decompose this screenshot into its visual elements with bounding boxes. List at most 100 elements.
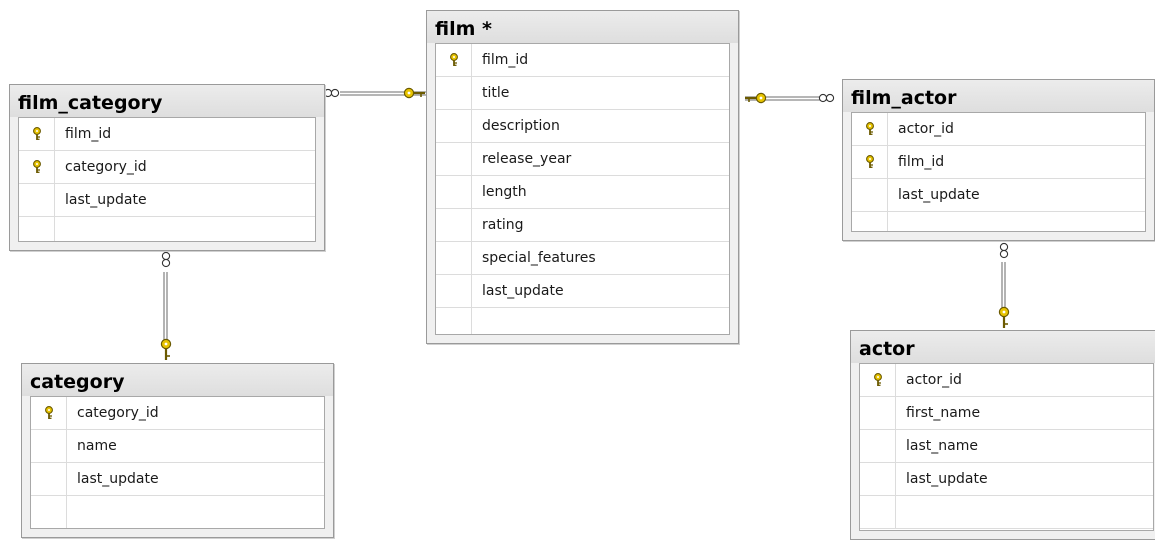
key-cell (19, 184, 55, 216)
key-cell (436, 242, 472, 274)
key-cell (19, 118, 55, 150)
key-icon (403, 87, 425, 99)
column-row[interactable]: rating (436, 209, 729, 242)
key-icon (865, 122, 875, 136)
key-cell (436, 176, 472, 208)
column-row[interactable]: last_update (852, 179, 1145, 212)
key-cell (860, 364, 896, 396)
key-cell (860, 397, 896, 429)
key-cell (19, 151, 55, 183)
key-icon (32, 160, 42, 174)
table-film-category[interactable]: film_category film_id category_id last_upd… (9, 84, 325, 251)
column-row[interactable]: actor_id (860, 364, 1153, 397)
rel-film-actor-to-actor[interactable] (998, 242, 1010, 328)
column-row[interactable]: film_id (852, 146, 1145, 179)
column-name: first_name (906, 405, 981, 421)
column-name: release_year (482, 151, 572, 167)
empty-row[interactable] (31, 496, 324, 528)
key-cell (852, 146, 888, 178)
key-cell (436, 143, 472, 175)
column-name: special_features (482, 250, 596, 266)
infinity-icon (161, 251, 171, 268)
column-grid: film_id category_id last_update (18, 117, 316, 242)
column-name: actor_id (898, 121, 954, 137)
infinity-icon (323, 88, 340, 98)
column-name: last_update (482, 283, 564, 299)
table-actor[interactable]: actor actor_id first_name last_name last_up… (850, 330, 1155, 540)
key-icon (32, 127, 42, 141)
rel-film-category-to-category[interactable] (160, 251, 172, 360)
key-icon (745, 92, 767, 104)
column-row[interactable]: actor_id (852, 113, 1145, 146)
empty-row[interactable] (19, 217, 315, 241)
key-cell (860, 463, 896, 495)
column-name: category_id (65, 159, 147, 175)
empty-row[interactable] (852, 212, 1145, 231)
column-name: category_id (77, 405, 159, 421)
rel-film-actor-to-film[interactable] (745, 92, 835, 104)
column-name: title (482, 85, 510, 101)
key-cell (31, 430, 67, 462)
column-row[interactable]: last_update (860, 463, 1153, 496)
infinity-icon (999, 242, 1009, 259)
key-cell (852, 113, 888, 145)
column-row[interactable]: category_id (31, 397, 324, 430)
table-title[interactable]: film_actor (843, 80, 1154, 112)
column-name: description (482, 118, 560, 134)
column-row[interactable]: last_name (860, 430, 1153, 463)
column-name: last_update (65, 192, 147, 208)
column-name: film_id (898, 154, 945, 170)
column-grid: actor_id first_name last_name last_update (859, 363, 1154, 531)
column-name: last_name (906, 438, 978, 454)
column-row[interactable]: first_name (860, 397, 1153, 430)
key-cell (436, 44, 472, 76)
column-row[interactable]: last_update (31, 463, 324, 496)
key-cell (436, 209, 472, 241)
empty-row[interactable] (860, 496, 1153, 529)
table-title[interactable]: film_category (10, 85, 324, 117)
column-row[interactable]: category_id (19, 151, 315, 184)
column-row[interactable]: last_update (436, 275, 729, 308)
column-row[interactable]: description (436, 110, 729, 143)
column-grid: actor_id film_id last_update (851, 112, 1146, 232)
table-title[interactable]: actor (851, 331, 1155, 363)
key-icon (449, 53, 459, 67)
column-row[interactable]: special_features (436, 242, 729, 275)
table-film[interactable]: film * film_idtitle description release_ye… (426, 10, 739, 344)
table-title[interactable]: category (22, 364, 333, 396)
column-name: film_id (65, 126, 112, 142)
table-category[interactable]: category category_idname last_update (21, 363, 334, 538)
column-row[interactable]: name (31, 430, 324, 463)
column-name: last_update (77, 471, 159, 487)
column-name: actor_id (906, 372, 962, 388)
column-name: film_id (482, 52, 529, 68)
rel-film-category-to-film[interactable] (323, 87, 428, 99)
key-cell (31, 463, 67, 495)
key-icon (998, 306, 1010, 328)
column-row[interactable]: film_id (436, 44, 729, 77)
key-cell (852, 212, 888, 231)
column-name: rating (482, 217, 524, 233)
key-cell (31, 496, 67, 528)
column-name: length (482, 184, 527, 200)
column-row[interactable]: last_update (19, 184, 315, 217)
key-cell (860, 430, 896, 462)
key-cell (436, 275, 472, 307)
column-row[interactable]: length (436, 176, 729, 209)
table-film-actor[interactable]: film_actor actor_id film_id last_update (842, 79, 1155, 241)
empty-row[interactable] (436, 308, 729, 334)
key-cell (436, 110, 472, 142)
column-row[interactable]: film_id (19, 118, 315, 151)
key-cell (436, 77, 472, 109)
column-name: last_update (906, 471, 988, 487)
key-icon (44, 406, 54, 420)
key-icon (865, 155, 875, 169)
column-name: last_update (898, 187, 980, 203)
key-cell (19, 217, 55, 241)
table-title[interactable]: film * (427, 11, 738, 43)
key-cell (436, 308, 472, 334)
column-row[interactable]: title (436, 77, 729, 110)
column-grid: category_idname last_update (30, 396, 325, 529)
key-icon (160, 338, 172, 360)
column-row[interactable]: release_year (436, 143, 729, 176)
